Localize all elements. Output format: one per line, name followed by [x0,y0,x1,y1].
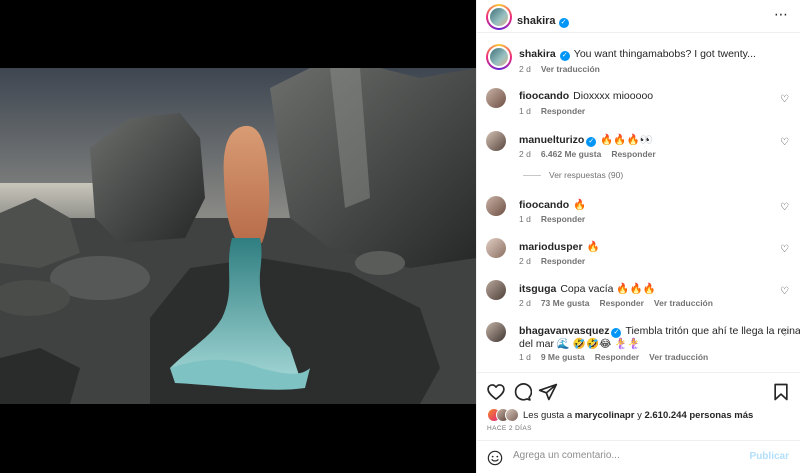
post-header: shakira ✓ ⋯ [477,0,800,33]
comment-item: fioocando Dioxxxx miooooo 1 d Responder ♡ [477,88,800,118]
post-image-mermaid[interactable] [0,68,476,404]
comment-time: 2 d [519,149,531,159]
reply-link[interactable]: Responder [599,298,643,308]
post-side-panel: shakira ✓ ⋯ shakira ✓ You want thingamabobs… [476,0,800,473]
emoji-icon[interactable] [487,450,503,466]
comment-item: itsguga Copa vacía 🔥🔥🔥 2 d 73 Me gusta Resp… [477,280,800,310]
verified-icon: ✓ [559,51,570,61]
comment-time: 2 d [519,298,531,308]
comment-time: 1 d [519,214,531,224]
comment-text: 🔥🔥🔥👀 [600,134,653,146]
caption-text: You want thingamabobs? I got twenty... [573,48,756,60]
more-options-icon[interactable]: ⋯ [774,6,789,23]
comment-text: Tiembla tritón que ahí te llega la reina… [625,325,800,337]
comment-heart-icon[interactable]: ♡ [780,286,789,297]
caption-time: 2 d [519,64,531,74]
view-replies-label: Ver respuestas (90) [549,170,624,180]
comment-username[interactable]: mariodusper [519,241,583,253]
share-icon[interactable] [538,382,558,402]
comment-time: 1 d [519,352,531,362]
bookmark-icon[interactable] [771,382,791,402]
comment-text: 🔥 [573,199,587,211]
post-time-ago: HACE 2 DÍAS [487,425,532,432]
likes-count[interactable]: 2.610.244 personas más [644,410,753,421]
comment-likes[interactable]: 9 Me gusta [541,352,585,362]
caption-translate-link[interactable]: Ver traducción [541,64,600,74]
verified-icon: ✓ [586,137,597,147]
verified-icon: ✓ [558,18,569,28]
caption-avatar[interactable] [486,44,512,70]
translate-link[interactable]: Ver traducción [654,298,713,308]
comment-text-continued: del mar 🌊 🤣🤣😂 🧜‍♀️🧜‍♀️ [519,338,641,350]
comment-input[interactable] [513,450,733,461]
publish-button[interactable]: Publicar [750,451,789,462]
heart-icon[interactable] [486,382,506,402]
comment-avatar[interactable] [486,238,506,258]
comment-icon[interactable] [512,382,532,402]
reply-link[interactable]: Responder [595,352,639,362]
reply-link[interactable]: Responder [541,256,585,266]
comment-item: bhagavanvasquez ✓ Tiembla tritón que ahí t… [477,322,800,366]
comment-heart-icon[interactable]: ♡ [780,202,789,213]
comment-heart-icon[interactable]: ♡ [780,94,789,105]
translate-link[interactable]: Ver traducción [649,352,708,362]
replies-divider [523,175,541,177]
comment-time: 1 d [519,106,531,116]
comment-avatar[interactable] [486,131,506,151]
likes-user[interactable]: marycolinapr [575,410,635,421]
mermaid-photo-illustration [0,68,476,404]
comment-item: manuelturizo ✓ 🔥🔥🔥👀 2 d 6.462 Me gusta Respo… [477,131,800,161]
comment-heart-icon[interactable]: ♡ [780,244,789,255]
comment-username[interactable]: fioocando [519,90,569,102]
caption-username[interactable]: shakira [519,48,556,60]
comment-username[interactable]: bhagavanvasquez [519,325,609,337]
author-username[interactable]: shakira [517,15,556,27]
post-media [0,0,476,473]
comment-avatar[interactable] [486,196,506,216]
post-caption: shakira ✓ You want thingamabobs? I got twe… [477,44,800,78]
comment-username[interactable]: fioocando [519,199,569,211]
likes-prefix: Les gusta a [523,410,573,421]
reply-link[interactable]: Responder [611,149,655,159]
comment-time: 2 d [519,256,531,266]
comment-text: Copa vacía 🔥🔥🔥 [560,283,656,295]
add-comment-bar: Publicar [477,440,800,473]
reply-link[interactable]: Responder [541,106,585,116]
comment-item: fioocando 🔥 1 d Responder ♡ [477,196,800,226]
comment-username[interactable]: manuelturizo [519,134,584,146]
comment-heart-icon[interactable]: ♡ [780,328,789,339]
reply-link[interactable]: Responder [541,214,585,224]
comment-item: mariodusper 🔥 2 d Responder ♡ [477,238,800,268]
author-avatar[interactable] [486,4,512,30]
comment-likes[interactable]: 6.462 Me gusta [541,149,601,159]
comment-username[interactable]: itsguga [519,283,556,295]
comment-heart-icon[interactable]: ♡ [780,137,789,148]
view-replies-link[interactable]: Ver respuestas (90) [523,170,623,180]
comment-avatar[interactable] [486,280,506,300]
comment-text: 🔥 [586,241,600,253]
liker-avatar [505,408,519,422]
likes-joiner: y [637,410,642,421]
comment-avatar[interactable] [486,88,506,108]
action-bar [477,372,800,408]
comment-text: Dioxxxx miooooo [573,90,654,102]
comment-likes[interactable]: 73 Me gusta [541,298,590,308]
comment-avatar[interactable] [486,322,506,342]
